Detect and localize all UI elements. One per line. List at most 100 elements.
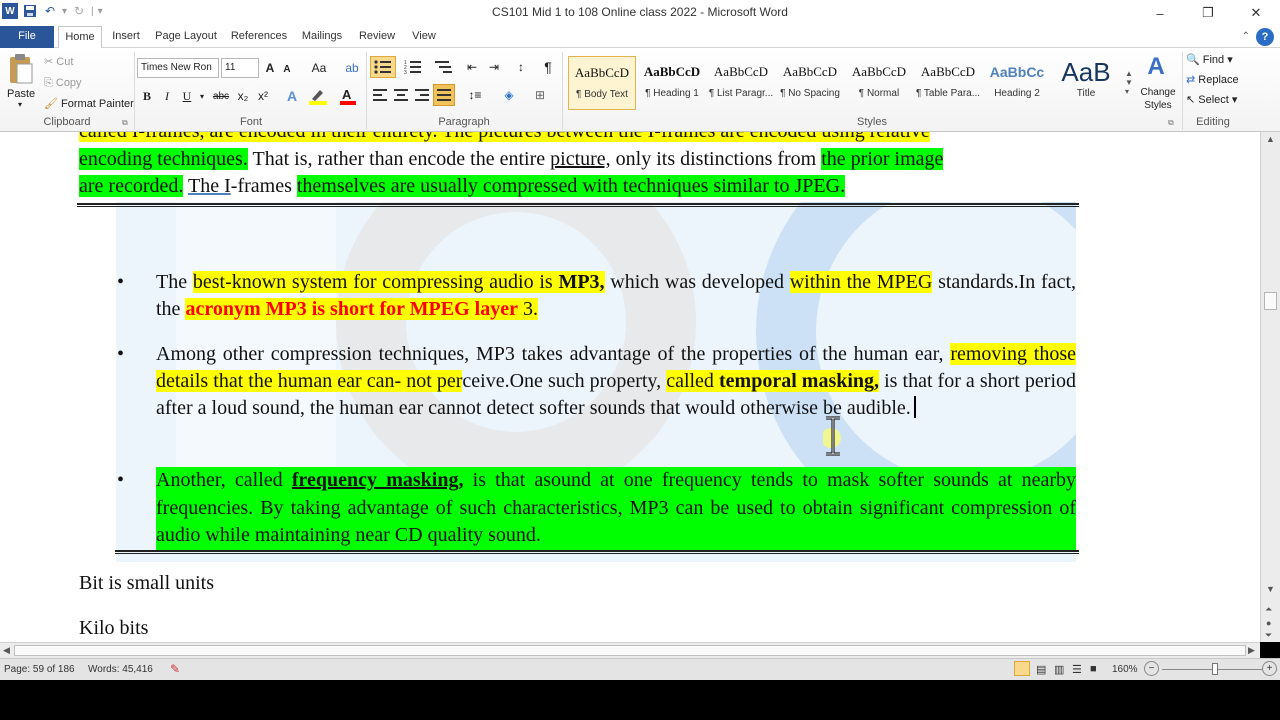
select-button[interactable]: ↖ Select ▾ — [1186, 93, 1237, 106]
bullets-button[interactable] — [370, 56, 396, 78]
tab-page-layout[interactable]: Page Layout — [152, 26, 220, 48]
change-case-button[interactable]: Aa — [306, 58, 332, 78]
format-painter-button[interactable]: 🖌 Format Painter — [44, 97, 134, 110]
grow-font-button[interactable]: A — [262, 58, 278, 78]
styles-group-label: Styles — [857, 116, 887, 128]
italic-button[interactable]: I — [158, 86, 176, 106]
style-table-paragraph[interactable]: AaBbCcD ¶ Table Para... — [914, 56, 982, 110]
style-heading-1[interactable]: AaBbCcD ¶ Heading 1 — [638, 56, 706, 110]
zoom-slider-thumb[interactable] — [1212, 663, 1218, 675]
paste-dropdown-icon[interactable]: ▾ — [18, 100, 22, 109]
tab-insert[interactable]: Insert — [106, 26, 146, 48]
restore-button[interactable]: ❐ — [1184, 0, 1232, 26]
cut-button[interactable]: ✂ Cut — [44, 55, 73, 68]
style-title[interactable]: AaB Title — [1052, 56, 1120, 110]
document-area[interactable]: called I-frames, are encoded in their en… — [0, 132, 1260, 642]
superscript-button[interactable]: x² — [254, 86, 272, 106]
document-page[interactable]: called I-frames, are encoded in their en… — [0, 132, 1260, 642]
font-color-icon[interactable]: A — [336, 86, 360, 106]
browse-object-icon[interactable]: ● — [1266, 618, 1271, 628]
underline-button[interactable]: U — [178, 86, 196, 106]
text-caret — [913, 396, 916, 418]
justify-icon[interactable] — [433, 84, 455, 106]
paste-button[interactable]: Paste — [7, 88, 35, 100]
vertical-scrollbar[interactable]: ▲ ▼ ⏶ ● ⏷ — [1260, 132, 1280, 642]
shading-icon[interactable]: ◈ — [496, 85, 522, 105]
font-size-combo[interactable]: 11 — [221, 58, 259, 78]
shrink-font-button[interactable]: A — [280, 60, 294, 78]
word-count[interactable]: Words: 45,416 — [88, 664, 153, 675]
style-sample: AaBbCcD — [782, 64, 838, 79]
align-right-icon[interactable] — [412, 85, 432, 105]
change-styles-icon[interactable]: A — [1140, 53, 1172, 80]
zoom-in-button[interactable]: + — [1262, 661, 1277, 676]
find-button[interactable]: 🔍 Find ▾ — [1186, 53, 1233, 66]
font-name-combo[interactable]: Times New Ron — [137, 58, 219, 78]
horizontal-scrollbar[interactable]: ◀ ▶ — [0, 642, 1260, 658]
copy-button[interactable]: ⎘ Copy — [44, 77, 82, 90]
style-name: ¶ No Spacing — [780, 88, 840, 99]
previous-page-icon[interactable]: ⏶ — [1265, 604, 1272, 615]
style-heading-2[interactable]: AaBbCc Heading 2 — [983, 56, 1051, 110]
binoculars-icon: 🔍 — [1186, 54, 1200, 66]
next-page-icon[interactable]: ⏷ — [1265, 630, 1272, 641]
align-left-icon[interactable] — [370, 85, 390, 105]
style-body-text[interactable]: AaBbCcD ¶ Body Text — [568, 56, 636, 110]
tab-home[interactable]: Home — [58, 26, 102, 49]
increase-indent-icon[interactable]: ⇥ — [484, 56, 504, 78]
minimize-ribbon-icon[interactable]: ⌃ — [1242, 31, 1250, 42]
show-formatting-button[interactable]: ¶ — [538, 56, 558, 78]
strikethrough-button[interactable]: abc — [210, 86, 232, 106]
change-styles-button[interactable]: Change Styles — [1138, 86, 1178, 112]
draft-view-icon[interactable]: ■ — [1090, 663, 1097, 675]
tab-review[interactable]: Review — [354, 26, 400, 48]
text-effects-icon[interactable]: A — [282, 86, 302, 106]
minimize-button[interactable]: – — [1136, 0, 1184, 26]
help-icon[interactable]: ? — [1256, 28, 1274, 46]
doc-text: Another, called — [156, 469, 292, 491]
sort-icon[interactable]: ↕ — [510, 56, 532, 78]
clear-formatting-icon[interactable]: ab — [342, 58, 362, 78]
styles-scroll-icon[interactable]: ▲ ▼ ▾ — [1122, 54, 1136, 110]
paste-icon[interactable] — [6, 52, 36, 86]
style-normal[interactable]: AaBbCcD ¶ Normal — [845, 56, 913, 110]
styles-launcher-icon[interactable]: ⧉ — [1168, 118, 1174, 128]
style-list-paragraph[interactable]: AaBbCcD ¶ List Paragr... — [707, 56, 775, 110]
highlight-color-icon[interactable] — [306, 86, 330, 106]
scroll-up-arrow-icon[interactable]: ▲ — [1266, 134, 1275, 144]
style-no-spacing[interactable]: AaBbCcD ¶ No Spacing — [776, 56, 844, 110]
numbering-button[interactable]: 123 — [400, 56, 426, 78]
align-center-icon[interactable] — [391, 85, 411, 105]
style-sample: AaBbCcD — [851, 64, 907, 79]
style-name: ¶ Normal — [858, 88, 900, 99]
full-screen-reading-icon[interactable]: ▤ — [1036, 663, 1046, 676]
scroll-left-arrow-icon[interactable]: ◀ — [3, 645, 10, 656]
print-layout-view-icon[interactable] — [1014, 661, 1030, 676]
scroll-down-arrow-icon[interactable]: ▼ — [1266, 584, 1275, 594]
page-count[interactable]: Page: 59 of 186 — [4, 664, 75, 675]
close-button[interactable]: ✕ — [1232, 0, 1280, 26]
proofing-icon[interactable]: ✎ — [170, 662, 180, 676]
outline-view-icon[interactable]: ☰ — [1072, 663, 1082, 676]
tab-references[interactable]: References — [226, 26, 292, 48]
zoom-out-button[interactable]: − — [1144, 661, 1159, 676]
bold-button[interactable]: B — [138, 86, 156, 106]
tab-view[interactable]: View — [404, 26, 444, 48]
web-layout-icon[interactable]: ▥ — [1054, 663, 1064, 676]
borders-icon[interactable]: ⊞ — [528, 85, 552, 105]
underline-dropdown-icon[interactable]: ▾ — [198, 86, 206, 106]
replace-button[interactable]: ⇄ Replace — [1186, 73, 1239, 86]
decrease-indent-icon[interactable]: ⇤ — [462, 56, 482, 78]
subscript-button[interactable]: x₂ — [234, 86, 252, 106]
scroll-right-arrow-icon[interactable]: ▶ — [1248, 645, 1255, 656]
multilevel-list-button[interactable] — [430, 56, 458, 78]
tab-file[interactable]: File — [0, 26, 54, 48]
vertical-scroll-thumb[interactable] — [1264, 292, 1277, 310]
clipboard-launcher-icon[interactable]: ⧉ — [122, 118, 128, 128]
replace-icon: ⇄ — [1186, 74, 1196, 86]
horizontal-scroll-thumb[interactable] — [14, 645, 1246, 656]
line-spacing-icon[interactable]: ↕≡ — [462, 85, 488, 105]
tab-mailings[interactable]: Mailings — [296, 26, 348, 48]
style-sample: AaBbCcD — [920, 64, 976, 79]
zoom-level[interactable]: 160% — [1112, 664, 1138, 675]
